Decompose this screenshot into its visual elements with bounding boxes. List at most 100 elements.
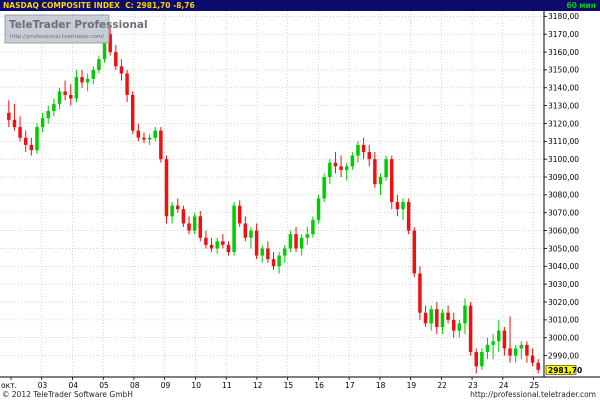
- candle-down: [204, 237, 208, 245]
- candle-down: [243, 223, 248, 238]
- candle-up: [519, 344, 524, 349]
- candle-up: [147, 137, 152, 140]
- x-tick-label: 05: [99, 381, 109, 390]
- candle-down: [423, 312, 428, 324]
- candle-down: [63, 91, 67, 95]
- candlestick-chart[interactable]: 3180,00 3170,00 3160,00 3150,00 3140,00 3130,…: [0, 11, 600, 390]
- y-tick-label: 3060,00: [548, 226, 579, 235]
- candle-down: [474, 352, 478, 367]
- candle-down: [130, 94, 135, 131]
- candle-down: [468, 305, 473, 353]
- candle-down: [209, 244, 214, 249]
- candle-up: [40, 118, 45, 128]
- quote-text: C: 2981,70 -8,76: [125, 1, 195, 10]
- y-tick-label: 3070,00: [548, 209, 579, 218]
- candle-down: [226, 244, 231, 253]
- chart-window: NASDAQ COMPOSITE INDEX C: 2981,70 -8,76 …: [0, 0, 600, 400]
- y-tick-label: 3160,00: [548, 48, 579, 57]
- candle-down: [18, 127, 22, 138]
- candle-up: [57, 91, 62, 104]
- candle-up: [463, 305, 467, 324]
- candle-down: [412, 230, 417, 274]
- x-tick-label: 11: [222, 381, 232, 390]
- x-tick-label: 08: [130, 381, 140, 390]
- candle-up: [215, 241, 219, 249]
- candle-up: [46, 110, 50, 119]
- x-tick-label: 17: [345, 381, 355, 390]
- candle-up: [350, 155, 355, 167]
- candle-down: [530, 355, 535, 363]
- candle-up: [356, 144, 360, 156]
- footer-url[interactable]: http://professional.teletrader.com: [470, 390, 596, 400]
- y-tick-label: 3020,00: [548, 298, 579, 307]
- candles: [7, 27, 540, 374]
- candle-down: [136, 130, 141, 138]
- y-tick-label: 3050,00: [548, 244, 579, 253]
- watermark-logo: TeleTrader Professional http://professio…: [4, 14, 148, 44]
- y-tick-label: 3080,00: [548, 191, 579, 200]
- x-tick-label: 23: [468, 381, 478, 390]
- watermark-brand: TeleTrader Professional: [9, 19, 148, 31]
- candle-down: [266, 248, 270, 260]
- candle-up: [35, 127, 39, 151]
- candle-down: [367, 152, 371, 160]
- y-tick-label: 3120,00: [548, 119, 579, 128]
- x-tick-label: 12: [253, 381, 263, 390]
- candle-up: [249, 230, 253, 238]
- candle-down: [508, 348, 512, 356]
- candle-up: [401, 202, 405, 210]
- candle-up: [378, 177, 383, 185]
- candle-up: [491, 341, 495, 345]
- x-tick-label: 22: [437, 381, 447, 390]
- candle-down: [390, 159, 394, 203]
- candle-down: [164, 159, 169, 217]
- candle-down: [361, 144, 366, 153]
- candle-down: [12, 119, 17, 128]
- candle-down: [7, 112, 11, 120]
- y-tick-label: 3030,00: [548, 280, 579, 289]
- candle-down: [221, 241, 225, 245]
- y-tick-label: 2990,00: [548, 351, 579, 360]
- grid-lines: [0, 11, 544, 377]
- y-tick-label: 3010,00: [548, 316, 579, 325]
- copyright-text: © 2012 TeleTrader Software GmbH: [2, 390, 133, 399]
- candle-down: [536, 362, 540, 370]
- candle-down: [406, 202, 411, 231]
- x-tick-label: 09: [161, 381, 171, 390]
- candle-down: [198, 216, 203, 238]
- x-tick-label: 18: [376, 381, 386, 390]
- candle-up: [260, 248, 264, 256]
- x-tick-label: 03: [38, 381, 48, 390]
- instrument-name: NASDAQ COMPOSITE INDEX: [3, 1, 120, 10]
- candle-up: [322, 177, 326, 199]
- candle-down: [395, 202, 400, 210]
- candle-down: [80, 77, 84, 83]
- title-bar: NASDAQ COMPOSITE INDEX C: 2981,70 -8,76 …: [0, 0, 600, 11]
- candle-up: [440, 312, 445, 328]
- y-tick-label: 3110,00: [548, 137, 579, 146]
- candle-down: [333, 162, 338, 167]
- y-axis-ticks: 3180,00 3170,00 3160,00 3150,00 3140,00 3130,…: [544, 12, 579, 360]
- candle-down: [23, 137, 28, 145]
- candle-up: [305, 234, 310, 238]
- candle-up: [153, 130, 157, 138]
- y-tick-label: 3150,00: [548, 66, 579, 75]
- candle-up: [283, 248, 287, 256]
- x-tick-label: 16: [314, 381, 324, 390]
- candle-up: [311, 219, 315, 235]
- candle-down: [446, 312, 450, 320]
- candle-up: [485, 344, 490, 353]
- x-tick-label: 04: [68, 381, 78, 390]
- candle-down: [339, 166, 343, 170]
- candle-up: [480, 352, 484, 367]
- candle-down: [502, 330, 507, 349]
- x-tick-label: 15: [284, 381, 294, 390]
- candle-up: [299, 237, 304, 249]
- candle-up: [328, 162, 332, 178]
- watermark-url: http://professional.teletrader.com/: [10, 34, 104, 40]
- candle-down: [69, 94, 73, 99]
- y-tick-label: 3180,00: [548, 12, 579, 21]
- candle-down: [254, 230, 259, 256]
- x-axis-ticks: окт. 03 04 05 08 09 10 11 12 15 16 17 18 19 22 23 24 25: [1, 377, 539, 390]
- candle-up: [97, 59, 101, 70]
